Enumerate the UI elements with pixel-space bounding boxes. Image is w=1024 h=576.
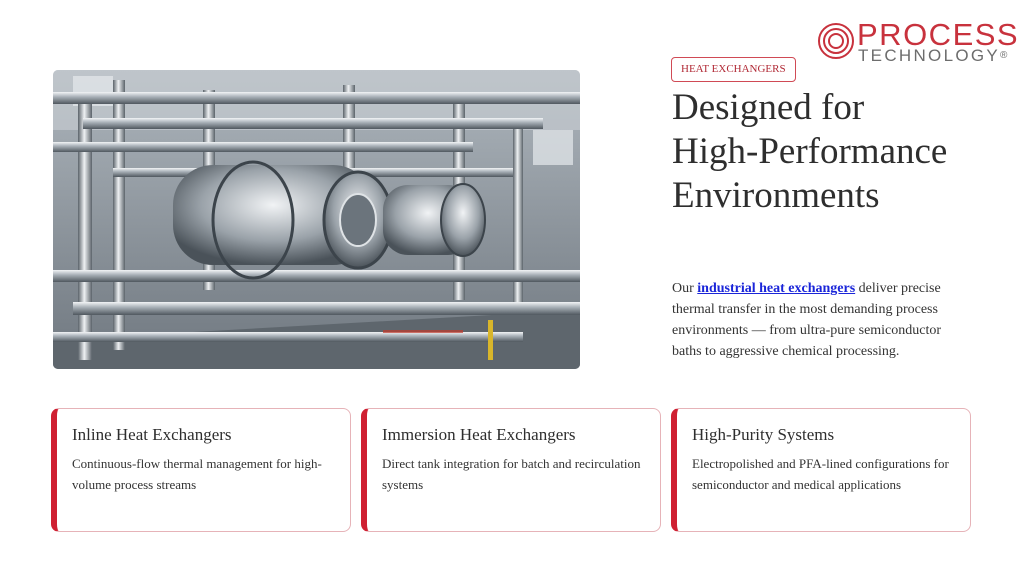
card-description: Direct tank integration for batch and re… bbox=[382, 456, 641, 492]
card-title: Inline Heat Exchangers bbox=[72, 425, 232, 444]
card-title: High-Purity Systems bbox=[692, 425, 835, 444]
industrial-heat-exchangers-link[interactable]: industrial heat exchangers bbox=[697, 281, 855, 296]
title-line-3: Environments bbox=[672, 175, 880, 216]
rings-icon bbox=[818, 23, 854, 59]
card-inline-heat-exchangers[interactable]: Inline Heat Exchangers Continuous-flow t… bbox=[51, 408, 351, 532]
title-line-2: High-Performance bbox=[672, 131, 948, 172]
card-description: Continuous-flow thermal management for h… bbox=[72, 456, 322, 492]
title-line-1: Designed for bbox=[672, 87, 865, 128]
card-high-purity-systems[interactable]: High-Purity Systems Electropolished and … bbox=[671, 408, 971, 532]
intro-paragraph: Our industrial heat exchangers deliver p… bbox=[672, 278, 972, 362]
hero-image bbox=[53, 70, 580, 369]
industrial-piping-image bbox=[53, 70, 580, 369]
brand-name-line2: TECHNOLOGY® bbox=[858, 46, 1008, 65]
brand-logo[interactable]: PROCESS TECHNOLOGY® bbox=[816, 17, 1018, 65]
trademark-symbol: ® bbox=[1000, 50, 1008, 61]
card-title: Immersion Heat Exchangers bbox=[382, 425, 576, 444]
card-description: Electropolished and PFA-lined configurat… bbox=[692, 456, 949, 492]
category-tag[interactable]: HEAT EXCHANGERS bbox=[671, 57, 796, 82]
intro-prefix: Our bbox=[672, 281, 698, 296]
page-title: Designed for High-Performance Environmen… bbox=[672, 86, 1002, 218]
card-immersion-heat-exchangers[interactable]: Immersion Heat Exchangers Direct tank in… bbox=[361, 408, 661, 532]
